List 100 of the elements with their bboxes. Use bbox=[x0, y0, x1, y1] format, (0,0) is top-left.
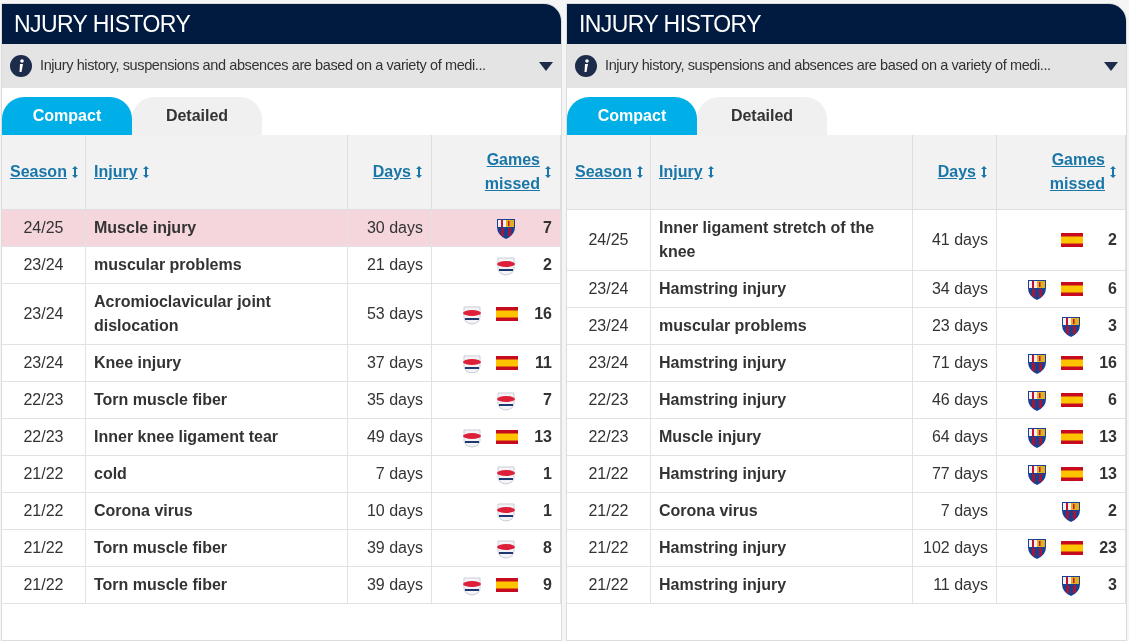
season-cell: 21/22 bbox=[2, 530, 86, 567]
shield-icon bbox=[1025, 388, 1049, 412]
info-text: Injury history, suspensions and absences are based on a variety of medi... bbox=[40, 56, 487, 76]
season-cell: 21/22 bbox=[567, 530, 651, 567]
days-cell: 21 days bbox=[348, 247, 432, 284]
column-header[interactable]: Injury bbox=[651, 135, 913, 210]
column-header[interactable]: Games missed bbox=[432, 135, 561, 210]
info-bar[interactable]: Injury history, suspensions and absences are based on a variety of medi... bbox=[567, 44, 1126, 88]
days-cell: 30 days bbox=[348, 210, 432, 247]
injury-cell: Acromioclavicular joint dislocation bbox=[86, 284, 348, 345]
sort-icon[interactable] bbox=[635, 165, 644, 179]
caret-icon[interactable] bbox=[1104, 61, 1118, 71]
column-label[interactable]: Games missed bbox=[440, 148, 540, 196]
crest-icon bbox=[494, 389, 518, 411]
shield-icon bbox=[1025, 351, 1049, 375]
info-icon bbox=[575, 55, 597, 77]
injury-cell: Hamstring injury bbox=[651, 567, 913, 604]
games-count: 2 bbox=[542, 255, 552, 275]
column-label[interactable]: Days bbox=[372, 160, 411, 184]
info-icon bbox=[10, 55, 32, 77]
season-cell: 22/23 bbox=[567, 382, 651, 419]
sort-icon[interactable] bbox=[141, 165, 150, 179]
injury-cell: Hamstring injury bbox=[651, 456, 913, 493]
games-count: 1 bbox=[542, 501, 552, 521]
sort-icon[interactable] bbox=[980, 165, 988, 179]
days-cell: 41 days bbox=[913, 210, 997, 271]
games-count: 7 bbox=[542, 390, 552, 410]
shield-icon bbox=[1025, 462, 1049, 486]
column-header[interactable]: Days bbox=[913, 135, 997, 210]
season-cell: 21/22 bbox=[567, 493, 651, 530]
column-label[interactable]: Season bbox=[10, 160, 67, 184]
season-cell: 24/25 bbox=[567, 210, 651, 271]
days-cell: 11 days bbox=[913, 567, 997, 604]
shield-icon bbox=[494, 216, 518, 240]
days-cell: 7 days bbox=[913, 493, 997, 530]
injury-cell: Corona virus bbox=[651, 493, 913, 530]
column-label[interactable]: Injury bbox=[94, 160, 138, 184]
games-count: 9 bbox=[542, 575, 552, 595]
season-cell: 21/22 bbox=[2, 493, 86, 530]
view-tab[interactable]: Detailed bbox=[697, 97, 827, 135]
flag-icon bbox=[496, 307, 518, 321]
info-bar[interactable]: Injury history, suspensions and absences are based on a variety of medi... bbox=[2, 44, 561, 88]
days-cell: 49 days bbox=[348, 419, 432, 456]
column-header[interactable]: Days bbox=[348, 135, 432, 210]
sort-icon[interactable] bbox=[415, 165, 423, 179]
panel-title: NJURY HISTORY bbox=[14, 9, 191, 39]
games-count: 13 bbox=[1098, 464, 1117, 484]
days-cell: 35 days bbox=[348, 382, 432, 419]
sort-icon[interactable] bbox=[70, 165, 79, 179]
column-header[interactable]: Injury bbox=[86, 135, 348, 210]
column-label[interactable]: Injury bbox=[659, 160, 703, 184]
injury-cell: Hamstring injury bbox=[651, 345, 913, 382]
column-label[interactable]: Season bbox=[575, 160, 632, 184]
injury-cell: Muscle injury bbox=[651, 419, 913, 456]
days-cell: 77 days bbox=[913, 456, 997, 493]
days-cell: 10 days bbox=[348, 493, 432, 530]
days-cell: 37 days bbox=[348, 345, 432, 382]
crest-icon bbox=[494, 500, 518, 522]
flag-icon bbox=[1061, 282, 1083, 296]
column-header[interactable]: Season bbox=[567, 135, 651, 210]
crest-icon bbox=[460, 303, 484, 325]
view-tab[interactable]: Compact bbox=[2, 97, 132, 135]
games-count: 16 bbox=[533, 304, 552, 324]
injury-cell: Hamstring injury bbox=[651, 271, 913, 308]
injury-cell: Torn muscle fiber bbox=[86, 567, 348, 604]
days-cell: 102 days bbox=[913, 530, 997, 567]
column-header[interactable]: Season bbox=[2, 135, 86, 210]
games-count: 1 bbox=[542, 464, 552, 484]
crest-icon bbox=[494, 537, 518, 559]
season-cell: 23/24 bbox=[2, 284, 86, 345]
caret-icon[interactable] bbox=[539, 61, 553, 71]
view-tab[interactable]: Compact bbox=[567, 97, 697, 135]
injury-cell: Inner knee ligament tear bbox=[86, 419, 348, 456]
injury-cell: Hamstring injury bbox=[651, 530, 913, 567]
column-label[interactable]: Games missed bbox=[1005, 148, 1105, 196]
games-count: 3 bbox=[1107, 316, 1117, 336]
season-cell: 21/22 bbox=[2, 567, 86, 604]
injury-cell: muscular problems bbox=[86, 247, 348, 284]
injury-cell: Torn muscle fiber bbox=[86, 530, 348, 567]
season-cell: 21/22 bbox=[2, 456, 86, 493]
days-cell: 7 days bbox=[348, 456, 432, 493]
sort-icon[interactable] bbox=[544, 165, 552, 179]
days-cell: 71 days bbox=[913, 345, 997, 382]
sort-icon[interactable] bbox=[1109, 165, 1117, 179]
games-count: 6 bbox=[1107, 279, 1117, 299]
column-header[interactable]: Games missed bbox=[997, 135, 1126, 210]
crest-icon bbox=[460, 574, 484, 596]
view-tab[interactable]: Detailed bbox=[132, 97, 262, 135]
column-label[interactable]: Days bbox=[937, 160, 976, 184]
sort-icon[interactable] bbox=[706, 165, 715, 179]
crest-icon bbox=[460, 352, 484, 374]
flag-icon bbox=[496, 578, 518, 592]
days-cell: 39 days bbox=[348, 567, 432, 604]
season-cell: 22/23 bbox=[2, 382, 86, 419]
season-cell: 21/22 bbox=[567, 456, 651, 493]
shield-icon bbox=[1025, 536, 1049, 560]
season-cell: 23/24 bbox=[2, 247, 86, 284]
flag-icon bbox=[1061, 541, 1083, 555]
injury-cell: Torn muscle fiber bbox=[86, 382, 348, 419]
injury-cell: Hamstring injury bbox=[651, 382, 913, 419]
